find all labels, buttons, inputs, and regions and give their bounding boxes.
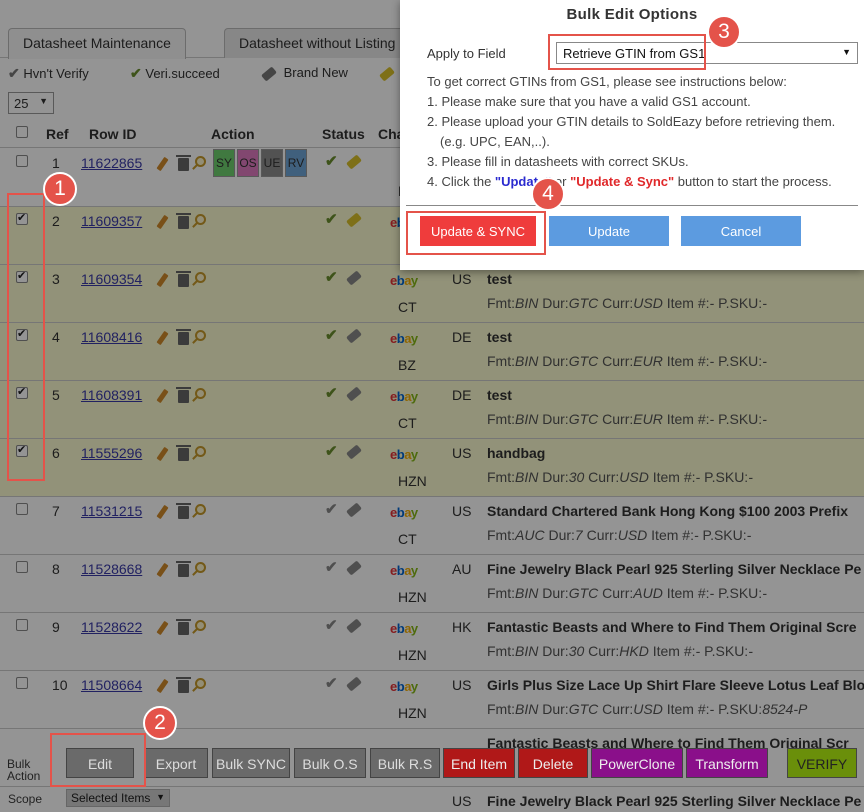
page: Datasheet Maintenance Datasheet without … xyxy=(0,0,864,812)
update-button[interactable]: Update xyxy=(549,216,669,246)
end-item-button[interactable]: End Item xyxy=(443,748,515,778)
instruction-line: (e.g. UPC, EAN,..). xyxy=(440,134,550,149)
scope-label: Scope xyxy=(8,792,43,806)
caret-down-icon: ▼ xyxy=(842,47,851,57)
instruction-line: 2. Please upload your GTIN details to So… xyxy=(427,114,836,129)
highlight-update-sync xyxy=(406,211,546,255)
instruction-line: 3. Please fill in datasheets with correc… xyxy=(427,154,689,169)
instruction-line: 1. Please make sure that you have a vali… xyxy=(427,94,751,109)
modal-divider xyxy=(406,205,858,206)
annotation-badge-1: 1 xyxy=(43,172,77,206)
instruction-line: 4. Click the "Update" or "Update & Sync"… xyxy=(427,174,832,189)
powerclone-button[interactable]: PowerClone xyxy=(591,748,683,778)
export-button[interactable]: Export xyxy=(144,748,208,778)
modal-title: Bulk Edit Options xyxy=(566,6,698,23)
cancel-button[interactable]: Cancel xyxy=(681,216,801,246)
verify-button[interactable]: VERIFY xyxy=(787,748,857,778)
bulk-rs-button[interactable]: Bulk R.S xyxy=(370,748,440,778)
delete-button[interactable]: Delete xyxy=(518,748,588,778)
annotation-badge-3: 3 xyxy=(707,15,741,49)
apply-to-field-label: Apply to Field xyxy=(427,46,506,61)
scope-select[interactable]: Selected Items ▼ xyxy=(66,789,170,807)
instruction-line: To get correct GTINs from GS1, please se… xyxy=(427,74,787,89)
highlight-edit-button xyxy=(50,733,146,787)
bulk-sync-button[interactable]: Bulk SYNC xyxy=(212,748,290,778)
highlight-field-select xyxy=(548,34,706,70)
bulk-os-button[interactable]: Bulk O.S xyxy=(294,748,366,778)
caret-down-icon: ▼ xyxy=(156,792,165,802)
annotation-badge-2: 2 xyxy=(143,706,177,740)
annotation-badge-4: 4 xyxy=(531,177,565,211)
bulk-action-label: Bulk Action xyxy=(7,757,41,783)
highlight-checkboxes xyxy=(7,193,45,481)
transform-button[interactable]: Transform xyxy=(686,748,768,778)
